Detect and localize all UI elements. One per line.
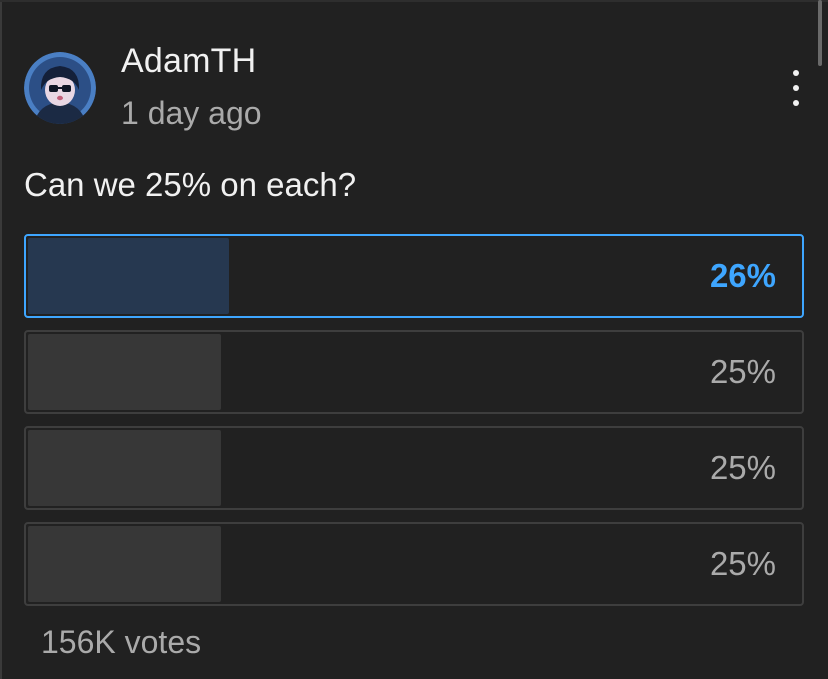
avatar-image <box>24 52 96 124</box>
scrollbar[interactable] <box>818 0 822 66</box>
post-timestamp[interactable]: 1 day ago <box>121 95 262 132</box>
vote-count: 156K votes <box>41 624 202 660</box>
poll-option-percent: 25% <box>709 353 776 390</box>
card-left-edge <box>0 0 2 679</box>
author-name[interactable]: AdamTH <box>121 42 256 81</box>
poll-option-2[interactable]: 25% <box>24 330 804 414</box>
poll-option-percent: 26% <box>709 257 776 294</box>
poll-option-fill <box>28 334 221 410</box>
poll-option-fill <box>28 430 221 506</box>
poll-option-4[interactable]: 25% <box>24 522 804 606</box>
avatar[interactable] <box>24 52 96 124</box>
poll-option-fill <box>28 238 229 314</box>
poll-question: Can we 25% on each? <box>24 166 357 203</box>
poll-option-fill <box>28 526 221 602</box>
more-vert-icon-dot <box>793 100 799 106</box>
poll-option-percent: 25% <box>709 545 776 582</box>
more-options-button[interactable] <box>782 70 810 106</box>
poll-options: 26% 25% 25% 25% <box>24 234 804 618</box>
poll-option-1[interactable]: 26% <box>24 234 804 318</box>
more-vert-icon <box>793 70 799 76</box>
poll-option-3[interactable]: 25% <box>24 426 804 510</box>
card-top-edge <box>0 0 828 2</box>
more-vert-icon-dot <box>793 85 799 91</box>
poll-option-percent: 25% <box>709 449 776 486</box>
